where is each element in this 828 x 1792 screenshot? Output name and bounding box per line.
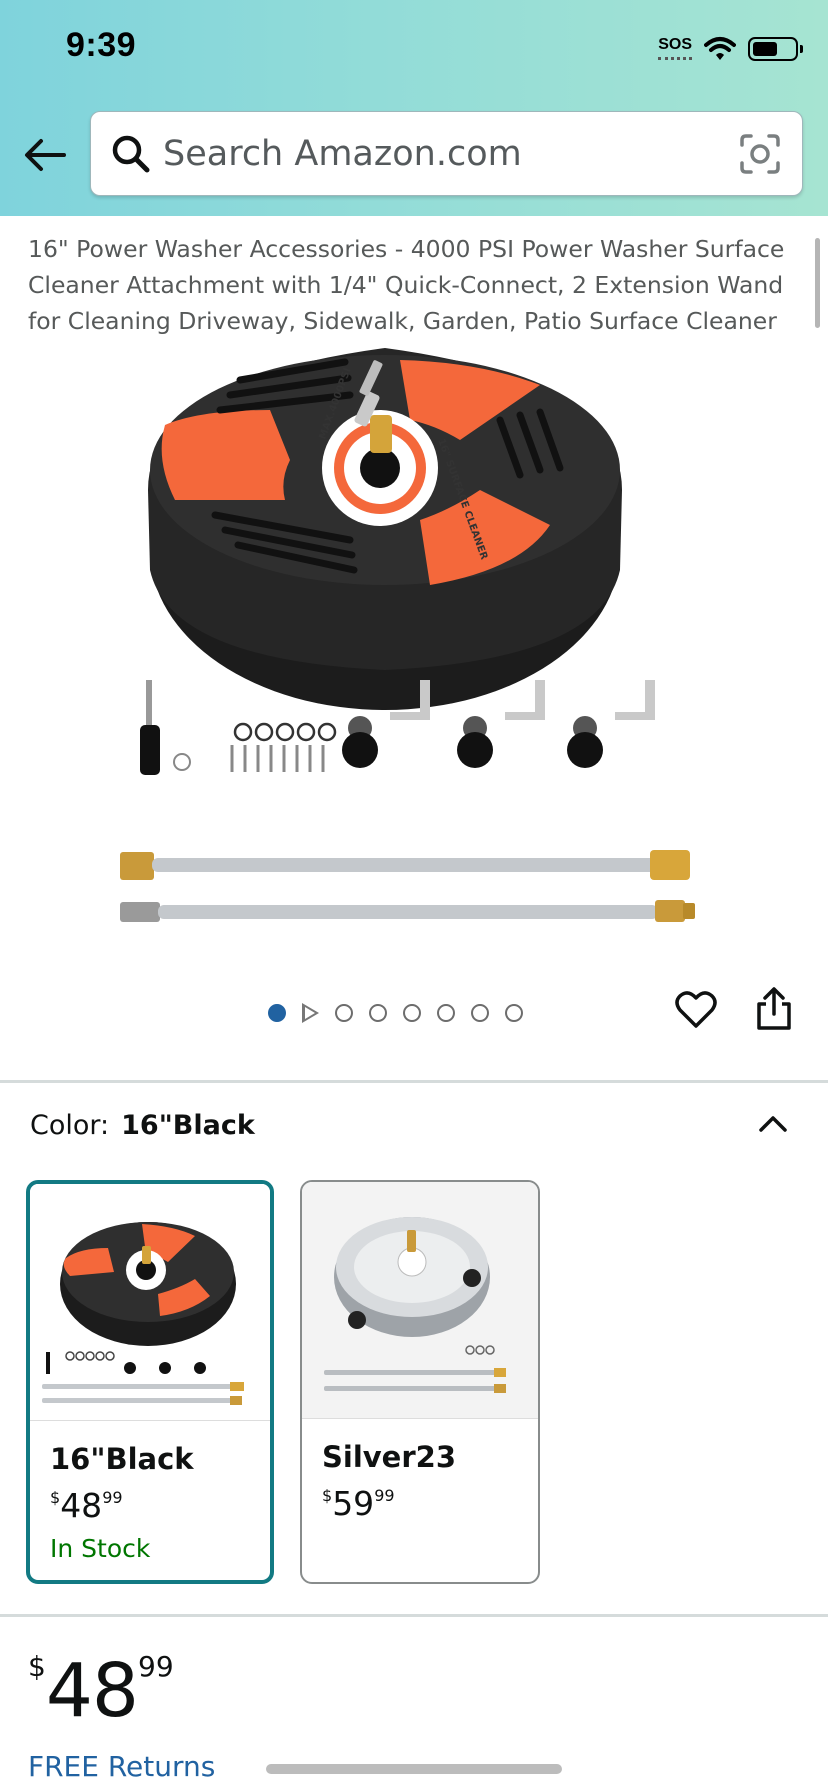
section-divider (0, 1614, 828, 1617)
color-option-thumbnail (302, 1182, 538, 1419)
pager-dot-active[interactable] (268, 1004, 286, 1022)
status-indicators: SOS (658, 34, 803, 64)
search-box[interactable] (90, 111, 803, 196)
price-symbol: $ (28, 1650, 46, 1683)
pager-dot[interactable] (369, 1004, 387, 1022)
color-option-price: $5999 (322, 1484, 395, 1523)
sos-indicator: SOS (658, 36, 692, 60)
heart-icon[interactable] (674, 988, 718, 1032)
color-option-16-black[interactable]: 16"Black $4899 In Stock (26, 1180, 274, 1584)
pager-dot[interactable] (505, 1004, 523, 1022)
camera-scan-icon[interactable] (738, 132, 782, 176)
color-value: 16"Black (121, 1110, 255, 1141)
color-option-price: $4899 (50, 1486, 123, 1525)
product-image[interactable]: MAX.4000PSI 16" SURFACE CLEANER (120, 340, 710, 930)
search-icon (112, 135, 150, 173)
price-fraction: 99 (374, 1486, 395, 1505)
color-label: Color: (30, 1110, 110, 1141)
color-option-name: 16"Black (50, 1442, 194, 1476)
stock-status: In Stock (50, 1534, 151, 1563)
color-option-silver23[interactable]: Silver23 $5999 (300, 1180, 540, 1584)
image-pager (268, 998, 523, 1028)
chevron-up-icon[interactable] (756, 1108, 790, 1138)
product-price: $4899 (28, 1648, 174, 1734)
wifi-icon (704, 37, 736, 60)
search-input[interactable] (163, 128, 723, 180)
price-symbol: $ (50, 1488, 61, 1507)
battery-icon (748, 37, 803, 61)
silver-surface-cleaner-thumbnail (324, 1217, 506, 1393)
pager-dot[interactable] (437, 1004, 455, 1022)
pager-dot[interactable] (335, 1004, 353, 1022)
back-arrow-icon (25, 139, 66, 171)
price-whole: 59 (332, 1484, 375, 1523)
price-whole: 48 (60, 1486, 103, 1525)
video-play-icon[interactable] (302, 1003, 319, 1023)
product-title[interactable]: 16" Power Washer Accessories - 4000 PSI … (28, 231, 798, 339)
color-option-thumbnail (30, 1184, 270, 1421)
black-surface-cleaner-thumbnail (42, 1222, 244, 1405)
pager-dot[interactable] (403, 1004, 421, 1022)
scroll-indicator (815, 238, 820, 328)
back-button[interactable] (22, 130, 68, 180)
price-symbol: $ (322, 1486, 333, 1505)
free-returns-link[interactable]: FREE Returns (28, 1750, 215, 1783)
price-whole: 48 (45, 1648, 139, 1734)
price-fraction: 99 (138, 1650, 174, 1683)
home-indicator (266, 1764, 562, 1774)
status-time: 9:39 (66, 26, 137, 64)
color-option-name: Silver23 (322, 1440, 456, 1474)
price-fraction: 99 (102, 1488, 123, 1507)
section-divider (0, 1080, 828, 1083)
color-selector-label: Color: 16"Black (30, 1110, 255, 1141)
header: 9:39 SOS (0, 0, 828, 216)
pager-dot[interactable] (471, 1004, 489, 1022)
share-icon[interactable] (754, 986, 794, 1032)
